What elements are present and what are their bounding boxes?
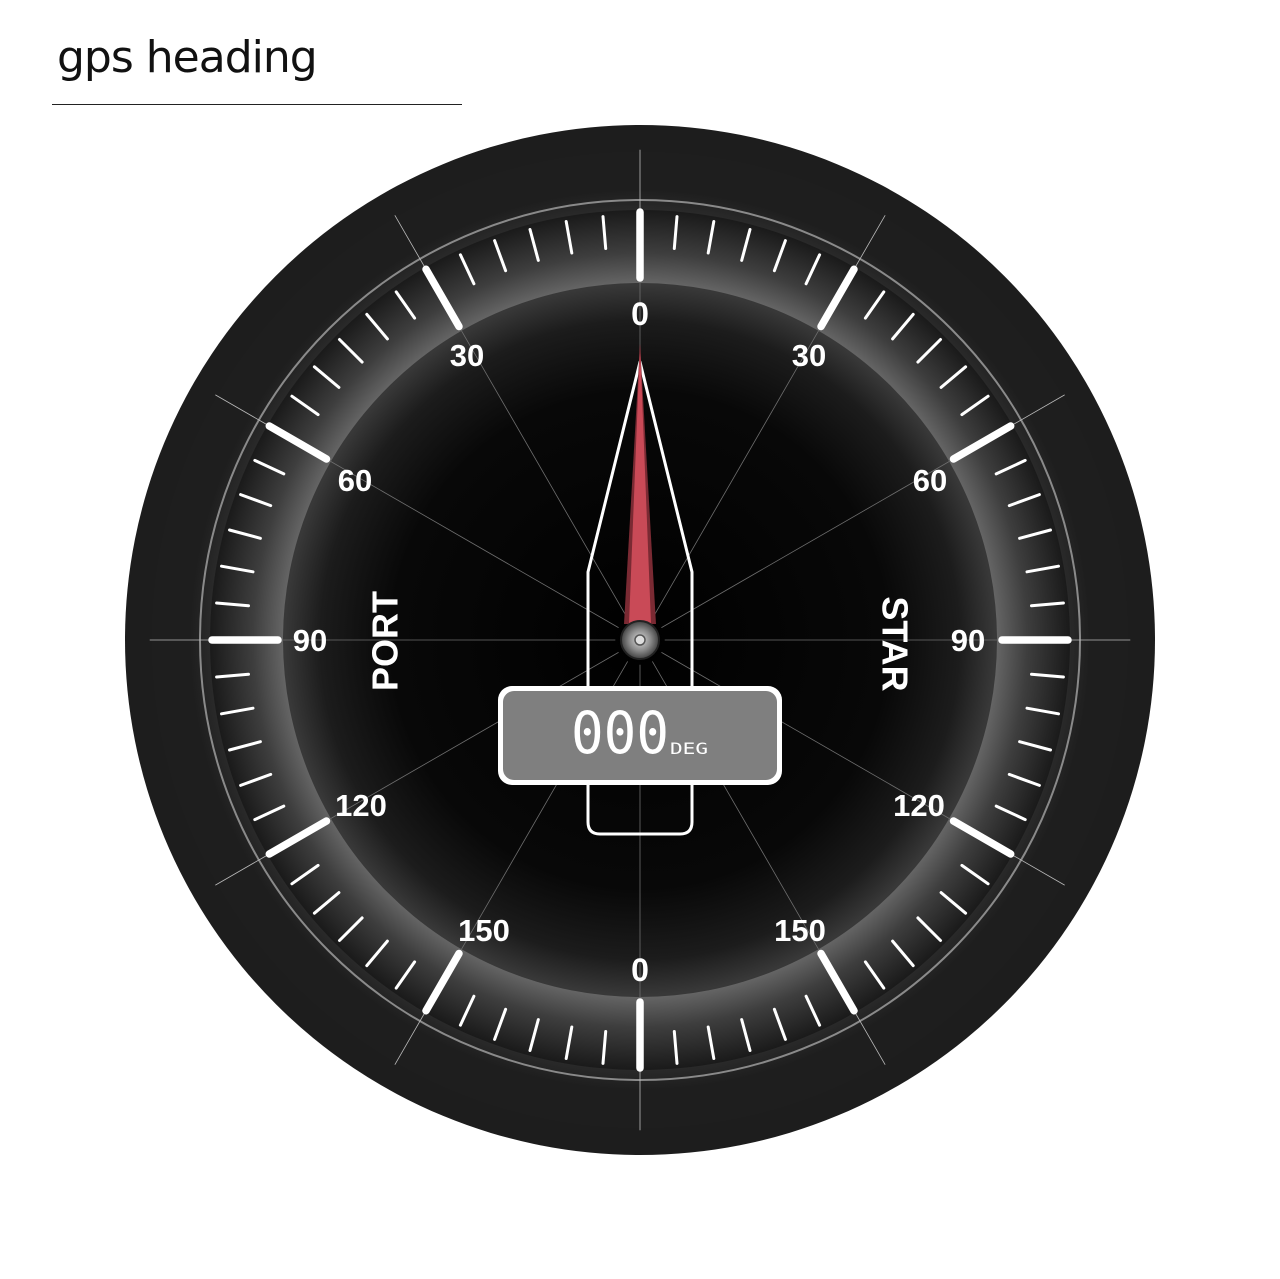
heading-gauge: 000 DEG 0 0 30 30 60 60 90 90 120 120 15… xyxy=(125,125,1155,1155)
label-port-90: 90 xyxy=(293,623,327,658)
label-star-60: 60 xyxy=(913,463,947,498)
heading-unit: DEG xyxy=(670,739,708,758)
label-star-120: 120 xyxy=(893,788,945,823)
heading-value: 000 xyxy=(571,699,669,767)
label-port-120: 120 xyxy=(335,788,387,823)
label-star-30: 30 xyxy=(792,338,826,373)
label-top-zero: 0 xyxy=(631,296,649,332)
label-bottom-zero: 0 xyxy=(631,952,649,988)
needle-hub-pin xyxy=(634,634,646,646)
label-star-90: 90 xyxy=(951,623,985,658)
label-port-150: 150 xyxy=(458,913,510,948)
heading-readout: 000 DEG xyxy=(498,686,782,785)
label-star-150: 150 xyxy=(774,913,826,948)
label-star: STAR xyxy=(875,596,916,691)
label-port-60: 60 xyxy=(338,463,372,498)
label-port: PORT xyxy=(365,591,406,691)
label-port-30: 30 xyxy=(450,338,484,373)
